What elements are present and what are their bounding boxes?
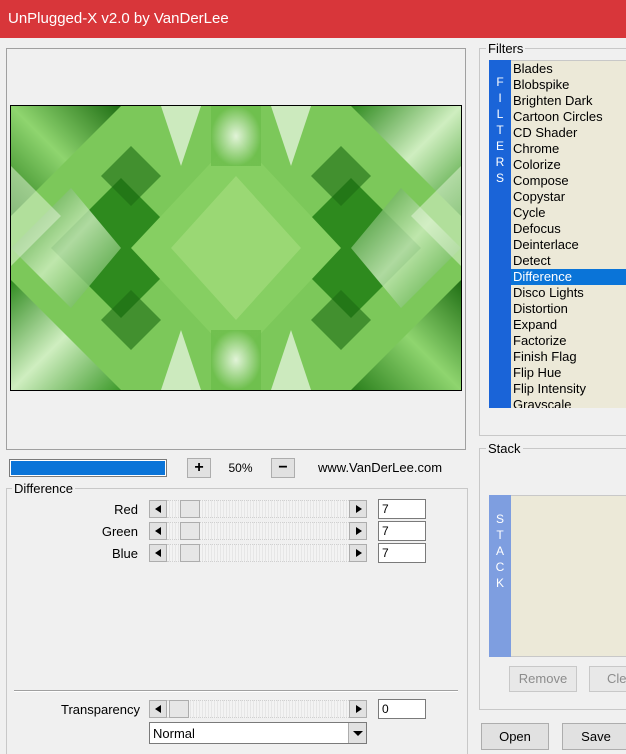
transparency-decrease-button[interactable] <box>149 700 167 718</box>
blue-label: Blue <box>111 546 138 561</box>
filter-list-item[interactable]: Compose <box>511 173 626 189</box>
remove-button[interactable]: Remove <box>509 666 577 692</box>
sidebar-letter: S <box>495 171 504 185</box>
filter-list-item[interactable]: Blobspike <box>511 77 626 93</box>
filter-list-item[interactable]: Flip Intensity <box>511 381 626 397</box>
blue-decrease-button[interactable] <box>149 544 167 562</box>
zoom-out-button[interactable]: − <box>271 458 295 478</box>
difference-group-label: Difference <box>12 481 76 496</box>
filter-list-item[interactable]: Difference <box>511 269 626 285</box>
sidebar-letter: S <box>495 512 504 526</box>
stack-list[interactable] <box>511 495 626 657</box>
green-increase-button[interactable] <box>349 522 367 540</box>
red-decrease-button[interactable] <box>149 500 167 518</box>
website-link[interactable]: www.VanDerLee.com <box>318 460 442 475</box>
sidebar-letter: C <box>495 560 505 574</box>
filter-list-item[interactable]: Factorize <box>511 333 626 349</box>
filter-list-item[interactable]: Distortion <box>511 301 626 317</box>
filters-sidebar: F I L T E R S <box>489 60 511 408</box>
blend-mode-select[interactable]: Normal <box>149 722 367 744</box>
filter-list-item[interactable]: Expand <box>511 317 626 333</box>
filter-list-item[interactable]: Brighten Dark <box>511 93 626 109</box>
clear-button[interactable]: Cle <box>589 666 626 692</box>
sidebar-letter: A <box>495 544 504 558</box>
filters-group-label: Filters <box>486 41 526 56</box>
red-label: Red <box>114 502 138 517</box>
transparency-increase-button[interactable] <box>349 700 367 718</box>
sidebar-letter: I <box>498 91 502 105</box>
open-button[interactable]: Open <box>481 723 549 750</box>
blend-mode-value: Normal <box>153 726 195 741</box>
filter-list-item[interactable]: Cycle <box>511 205 626 221</box>
transparency-value-field[interactable]: 0 <box>378 699 426 719</box>
red-value-field[interactable]: 7 <box>378 499 426 519</box>
green-value-field[interactable]: 7 <box>378 521 426 541</box>
filter-list-item[interactable]: Flip Hue <box>511 365 626 381</box>
sidebar-letter: R <box>495 155 505 169</box>
filter-list-item[interactable]: Detect <box>511 253 626 269</box>
zoom-level: 50% <box>228 461 253 475</box>
transparency-slider-thumb[interactable] <box>169 700 189 718</box>
progress-bar <box>9 459 167 477</box>
filter-list-item[interactable]: Cartoon Circles <box>511 109 626 125</box>
filter-list-item[interactable]: Chrome <box>511 141 626 157</box>
filter-list-item[interactable]: CD Shader <box>511 125 626 141</box>
filter-list-item[interactable]: Colorize <box>511 157 626 173</box>
blue-increase-button[interactable] <box>349 544 367 562</box>
filter-list-item[interactable]: Deinterlace <box>511 237 626 253</box>
progress-fill <box>11 461 165 475</box>
preview-artwork <box>11 106 461 390</box>
zoom-in-button[interactable]: + <box>187 458 211 478</box>
stack-sidebar: S T A C K <box>489 495 511 657</box>
blue-slider-thumb[interactable] <box>180 544 200 562</box>
green-slider-thumb[interactable] <box>180 522 200 540</box>
filter-list-item[interactable]: Defocus <box>511 221 626 237</box>
red-increase-button[interactable] <box>349 500 367 518</box>
sidebar-letter: T <box>496 123 504 137</box>
filter-list-item[interactable]: Blades <box>511 61 626 77</box>
title-bar: UnPlugged-X v2.0 by VanDerLee <box>0 0 626 38</box>
green-label: Green <box>101 524 138 539</box>
filter-list-item[interactable]: Copystar <box>511 189 626 205</box>
stack-group-label: Stack <box>486 441 523 456</box>
sidebar-letter: F <box>496 75 504 89</box>
filter-list-item[interactable]: Grayscale <box>511 397 626 408</box>
transparency-slider-track[interactable] <box>167 700 349 718</box>
divider <box>14 690 458 692</box>
window-title: UnPlugged-X v2.0 by VanDerLee <box>8 10 229 27</box>
red-slider-thumb[interactable] <box>180 500 200 518</box>
filter-list-item[interactable]: Disco Lights <box>511 285 626 301</box>
preview-image[interactable] <box>10 105 462 391</box>
blue-value-field[interactable]: 7 <box>378 543 426 563</box>
sidebar-letter: K <box>495 576 504 590</box>
save-button[interactable]: Save <box>562 723 626 750</box>
filters-list[interactable]: Blades Blobspike Brighten Dark Cartoon Circ… <box>511 60 626 408</box>
transparency-label: Transparency <box>61 702 140 717</box>
green-decrease-button[interactable] <box>149 522 167 540</box>
sidebar-letter: E <box>495 139 504 153</box>
sidebar-letter: T <box>496 528 504 542</box>
filter-list-item[interactable]: Finish Flag <box>511 349 626 365</box>
sidebar-letter: L <box>496 107 504 121</box>
chevron-down-icon[interactable] <box>348 723 366 743</box>
